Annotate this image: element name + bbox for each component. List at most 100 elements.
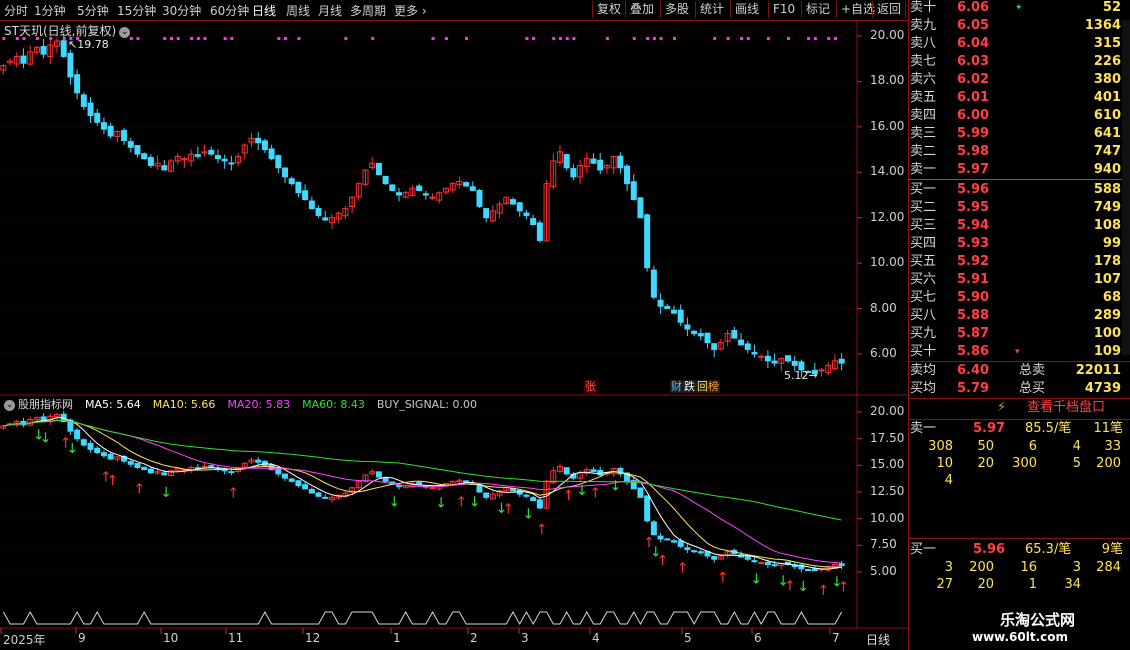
ask-row[interactable]: 卖十 6.06 52 ✦ (909, 0, 1123, 17)
signal-dot (170, 37, 174, 40)
low-price-label: 5.12→ (784, 369, 818, 382)
ind-candle (751, 560, 758, 563)
buy-arrow-icon: ↑ (133, 481, 145, 497)
news-badge[interactable]: 财 (670, 380, 683, 393)
bid-row[interactable]: 买三 5.94 108 (909, 217, 1123, 235)
depth-button[interactable]: ⚡ 查看千档盘口 (909, 398, 1130, 418)
avg-row: 卖均 6.40 总卖 22011 (909, 362, 1130, 380)
main-candle (302, 190, 309, 201)
chevron-down-icon[interactable]: ⌄ (119, 27, 131, 38)
y-tick-label: 14.00 (870, 164, 905, 179)
ask-row[interactable]: 卖三 5.99 641 (909, 125, 1123, 143)
buy-arrow-icon: ↑ (818, 583, 830, 599)
main-candle (87, 102, 94, 117)
depth-button-label: 查看千档盘口 (1027, 400, 1106, 415)
ask-row[interactable]: 卖四 6.00 610 (909, 107, 1123, 125)
news-badge[interactable]: 张 (584, 380, 597, 393)
bid-row[interactable]: 买四 5.93 99 (909, 235, 1123, 253)
news-badge[interactable]: 跌 (683, 380, 696, 393)
bid-row[interactable]: 买六 5.91 107 (909, 271, 1123, 289)
ind-candle (670, 540, 677, 543)
period-label[interactable]: 日线 (866, 631, 890, 648)
level-price: 6.03 (957, 54, 990, 69)
main-candle (389, 184, 396, 191)
y-tick-label: 18.00 (870, 73, 905, 88)
ask-row[interactable]: 卖九 6.05 1364 (909, 17, 1123, 35)
ind-candle (322, 496, 329, 499)
level-volume: 99 (1102, 236, 1121, 251)
main-candle (221, 158, 228, 162)
main-candle (94, 112, 101, 123)
ask-row[interactable]: 卖六 6.02 380 (909, 71, 1123, 89)
stock-name: ST天玑(日线,前复权) (4, 24, 117, 38)
bid-row[interactable]: 买八 5.88 289 (909, 307, 1123, 325)
level-volume: 641 (1093, 126, 1121, 141)
buy-arrow-icon: ↑ (717, 570, 729, 586)
queue-volume: 10 (936, 456, 953, 471)
x-tick-label: 3 (521, 631, 529, 645)
level-label: 卖一 (910, 162, 937, 177)
ind-candle (308, 488, 315, 494)
indicator-value: MA20: 5.83 (227, 398, 291, 411)
queue-row: 3 200 16 3 284 (909, 559, 1123, 577)
ind-candle (382, 477, 389, 482)
ask-row[interactable]: 卖七 6.03 226 (909, 53, 1123, 71)
level-label: 卖三 (910, 126, 937, 141)
ind-y-tick-label: 17.50 (870, 430, 905, 445)
level-label: 买五 (910, 254, 937, 269)
queue-volume: 50 (977, 439, 994, 454)
main-candle (315, 208, 322, 216)
level-volume: 940 (1093, 162, 1121, 177)
ind-candle (523, 494, 530, 497)
indicator-name: 股朋指标网 (18, 398, 73, 411)
ind-candle (590, 469, 597, 473)
main-candle (617, 155, 624, 169)
chart-canvas[interactable]: ↓↓ ↑↓↑↑↑ ↓ ↑↓ ↓ ↑ ↓ ↓↑ ↓↑↑ ↓ ↑ ↓↑↓↑ ↑↑ ↓ ↓↑ ↓ ↑↓↑ (0, 0, 908, 650)
ask-row[interactable]: 卖五 6.01 401 (909, 89, 1123, 107)
queue-volume: 3 (1072, 560, 1081, 575)
signal-dot (807, 37, 811, 40)
bid-row[interactable]: 买二 5.95 749 (909, 199, 1123, 217)
ind-candle (302, 484, 309, 490)
ind-y-tick-label: 12.50 (870, 484, 905, 498)
main-candle (697, 333, 704, 337)
level-volume: 109 (1093, 344, 1121, 359)
bid-row[interactable]: 买九 5.87 100 (909, 325, 1123, 343)
level-price: 5.87 (957, 326, 990, 341)
ask-row[interactable]: 卖二 5.98 747 (909, 143, 1123, 161)
ind-candle (94, 447, 101, 454)
ind-candle (255, 459, 262, 463)
sell-arrow-icon: ↓ (435, 496, 447, 512)
level-volume: 289 (1093, 308, 1121, 323)
signal-dot (766, 37, 770, 40)
level-label: 买三 (910, 218, 937, 233)
main-candle (838, 358, 845, 364)
main-candle (396, 192, 403, 196)
main-candle (784, 355, 791, 362)
sell-arrow-icon: ↓ (160, 485, 172, 501)
level-volume: 315 (1093, 36, 1121, 51)
level-price: 5.98 (957, 144, 990, 159)
bid-row[interactable]: 买七 5.90 68 (909, 289, 1123, 307)
bid-row[interactable]: 买一 5.96 588 (909, 181, 1123, 199)
level-price: 5.99 (957, 126, 990, 141)
ind-candle (147, 468, 154, 474)
ask-row[interactable]: 卖八 6.04 315 (909, 35, 1123, 53)
level-price: 6.05 (957, 18, 990, 33)
main-candle (711, 343, 718, 350)
ask-row[interactable]: 卖一 5.97 940 (909, 161, 1123, 179)
y-tick-label: 6.00 (870, 346, 897, 360)
buy-arrow-icon: ↑ (657, 553, 669, 569)
signal-dot (444, 37, 448, 40)
main-candle (590, 158, 597, 164)
news-badge[interactable]: 榜 (707, 380, 720, 393)
main-candle (268, 148, 275, 160)
bid-row[interactable]: 买十 5.86 109 ▾ (909, 343, 1123, 361)
sell-arrow-icon: ↓ (522, 506, 534, 522)
chevron-down-icon[interactable]: ⌄ (4, 400, 15, 411)
main-candle (375, 162, 382, 176)
ma5-line (3, 417, 842, 570)
stock-chart-app: 分时 1分钟 5分钟 15分钟 30分钟 60分钟 日线 周线 月线 多周期 更多 › 复权 叠加 多股统… (0, 0, 1130, 650)
bid-row[interactable]: 买五 5.92 178 (909, 253, 1123, 271)
main-candle (731, 330, 738, 339)
